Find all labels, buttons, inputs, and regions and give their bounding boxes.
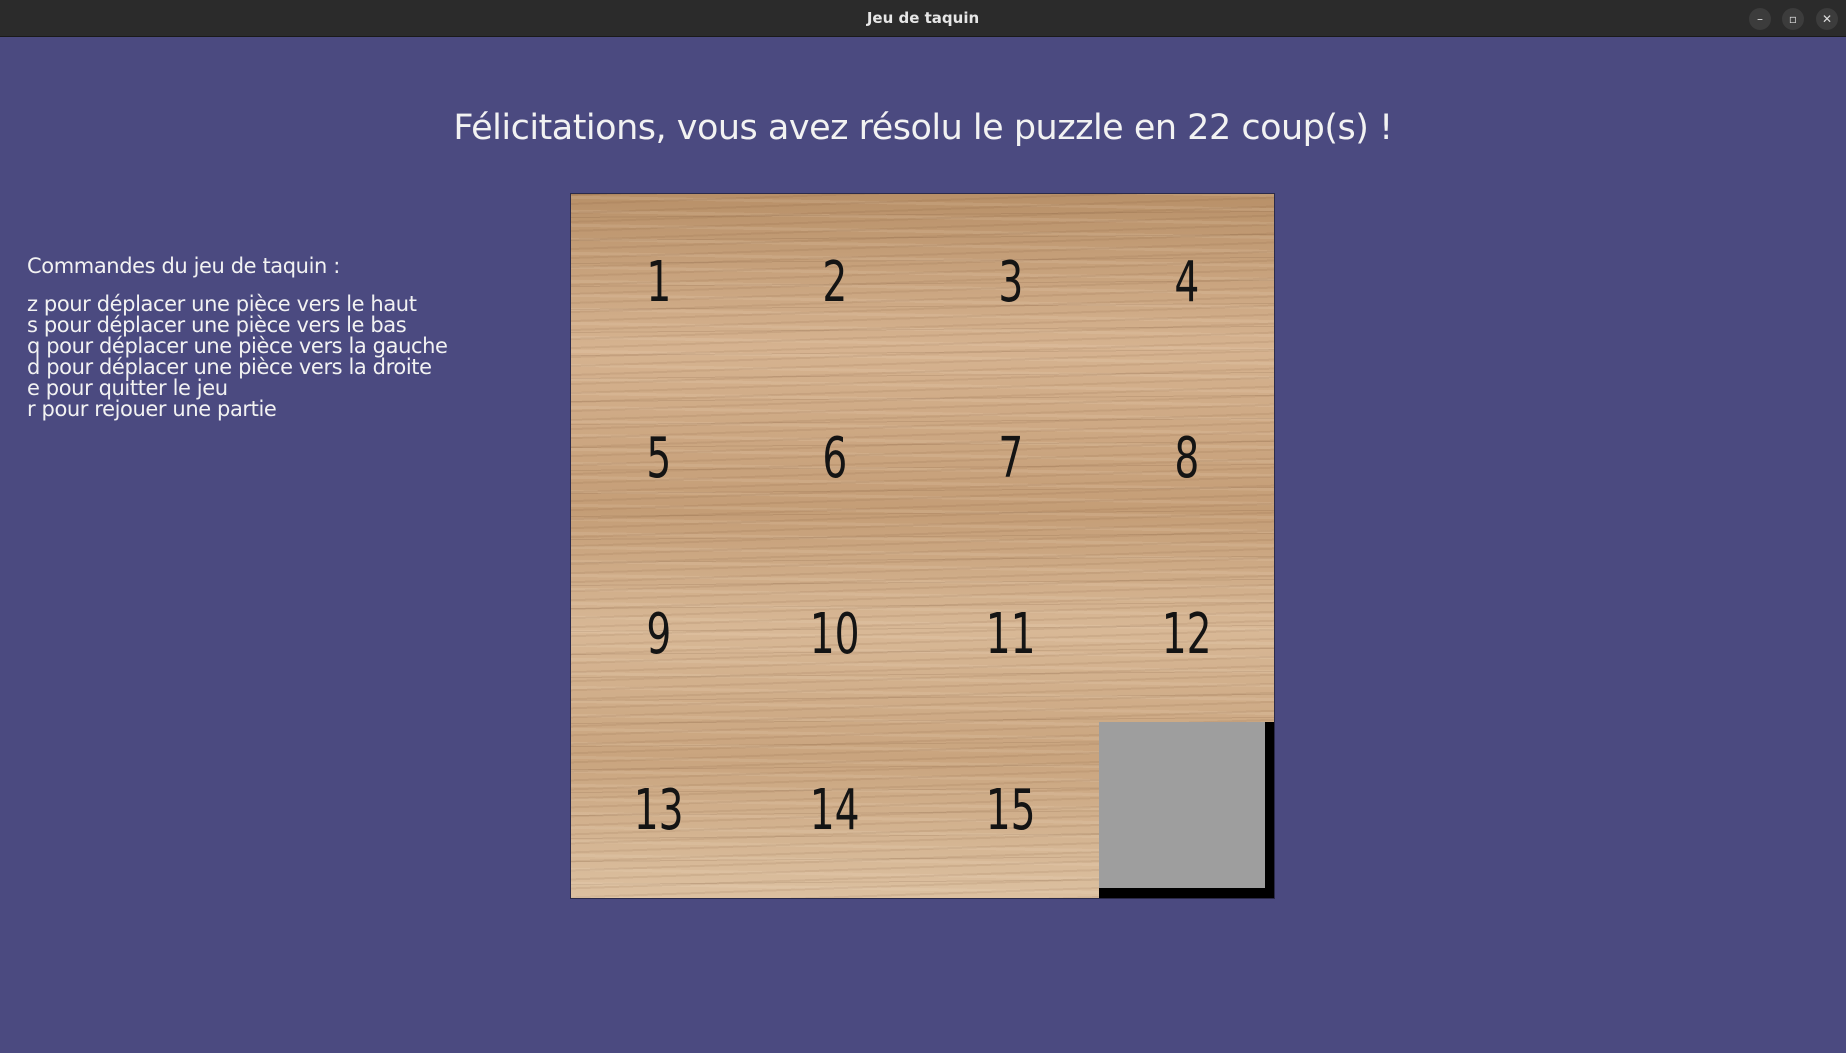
window-title: Jeu de taquin (866, 9, 980, 27)
controls-panel: Commandes du jeu de taquin : z pour dépl… (27, 252, 448, 420)
tile-number: 7 (998, 425, 1024, 491)
tile-number: 5 (646, 425, 672, 491)
empty-tile (1099, 722, 1274, 898)
tile-1[interactable]: 1 (571, 194, 747, 370)
victory-message: Félicitations, vous avez résolu le puzzl… (453, 108, 1393, 148)
window-titlebar: Jeu de taquin – ▫ ✕ (0, 0, 1846, 37)
controls-title: Commandes du jeu de taquin : (27, 254, 340, 278)
control-line-replay: r pour rejouer une partie (27, 397, 277, 421)
tile-number: 2 (822, 249, 848, 315)
tile-number: 9 (646, 601, 672, 667)
tile-number: 10 (810, 601, 860, 667)
control-line-right: d pour déplacer une pièce vers la droite (27, 355, 432, 379)
tile-number: 4 (1174, 249, 1200, 315)
tile-12[interactable]: 12 (1099, 546, 1274, 722)
tile-8[interactable]: 8 (1099, 370, 1274, 546)
tile-10[interactable]: 10 (747, 546, 923, 722)
tile-number: 1 (646, 249, 672, 315)
tile-9[interactable]: 9 (571, 546, 747, 722)
tile-number: 13 (634, 777, 684, 843)
tile-13[interactable]: 13 (571, 722, 747, 898)
tile-5[interactable]: 5 (571, 370, 747, 546)
tile-number: 14 (810, 777, 860, 843)
tile-number: 8 (1174, 425, 1200, 491)
control-line-down: s pour déplacer une pièce vers le bas (27, 313, 407, 337)
tile-number: 11 (986, 601, 1036, 667)
tile-7[interactable]: 7 (923, 370, 1099, 546)
close-icon[interactable]: ✕ (1816, 8, 1838, 30)
empty-tile-face (1099, 722, 1265, 888)
tile-number: 6 (822, 425, 848, 491)
control-line-quit: e pour quitter le jeu (27, 376, 228, 400)
maximize-icon[interactable]: ▫ (1782, 8, 1804, 30)
control-line-left: q pour déplacer une pièce vers la gauche (27, 334, 448, 358)
tile-3[interactable]: 3 (923, 194, 1099, 370)
tile-11[interactable]: 11 (923, 546, 1099, 722)
minimize-icon[interactable]: – (1749, 8, 1771, 30)
tile-number: 3 (998, 249, 1024, 315)
puzzle-board: 1 2 3 4 5 6 7 8 9 10 11 12 13 14 15 (570, 193, 1275, 899)
tile-2[interactable]: 2 (747, 194, 923, 370)
tile-14[interactable]: 14 (747, 722, 923, 898)
tile-number: 15 (986, 777, 1036, 843)
tile-6[interactable]: 6 (747, 370, 923, 546)
tile-4[interactable]: 4 (1099, 194, 1274, 370)
control-line-up: z pour déplacer une pièce vers le haut (27, 292, 417, 316)
tile-number: 12 (1162, 601, 1212, 667)
tile-15[interactable]: 15 (923, 722, 1099, 898)
